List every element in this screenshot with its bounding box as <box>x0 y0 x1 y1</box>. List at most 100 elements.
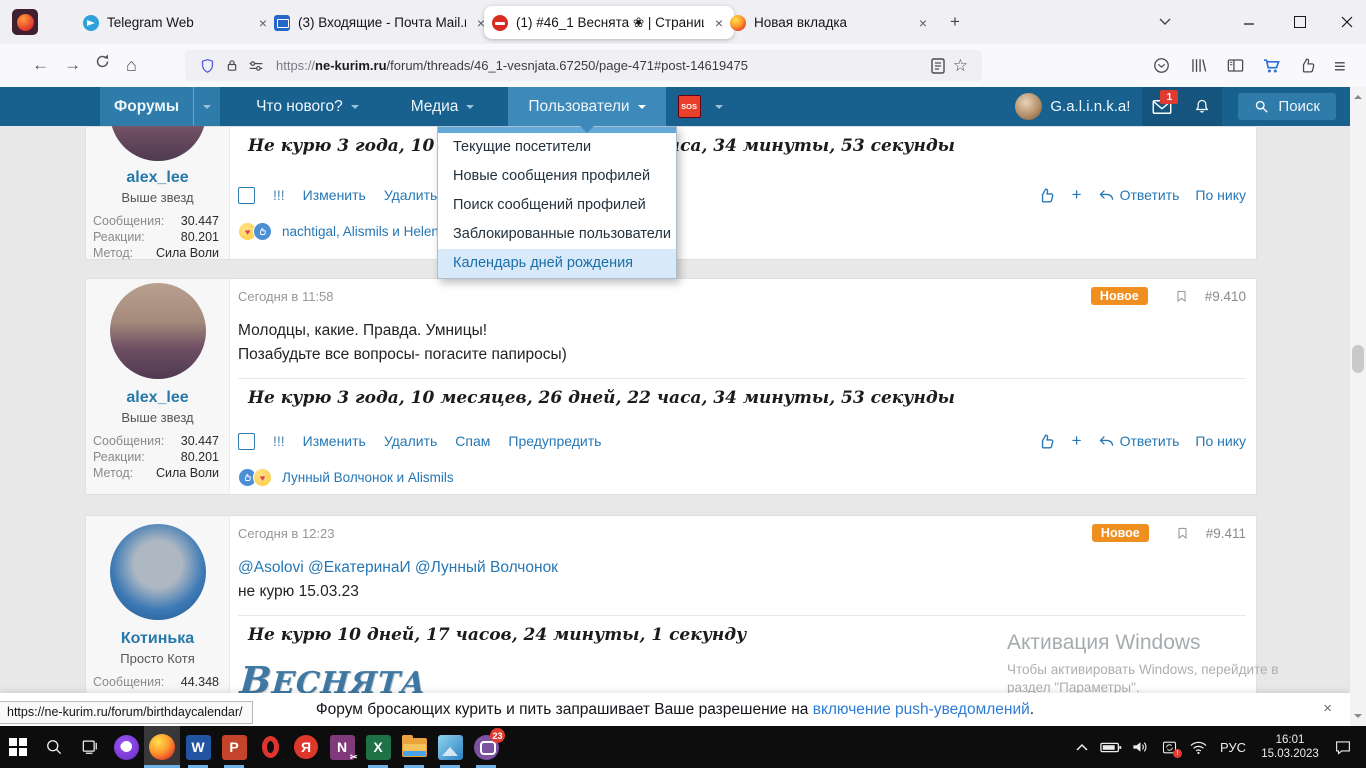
nav-forums[interactable]: Форумы <box>100 87 220 126</box>
taskbar-viber[interactable]: 23 <box>468 726 504 768</box>
bookmark-icon[interactable] <box>1174 287 1189 305</box>
edit-link[interactable]: Изменить <box>303 433 366 449</box>
member-name[interactable]: alex_lee <box>86 389 229 407</box>
pocket-icon[interactable] <box>1152 56 1171 75</box>
reply-link[interactable]: Ответить <box>1098 187 1180 203</box>
taskbar-excel[interactable]: X <box>360 726 396 768</box>
url-bar[interactable]: https://ne-kurim.ru/forum/threads/46_1-v… <box>185 50 982 81</box>
delete-link[interactable]: Удалить <box>384 187 437 203</box>
menu-item-new-profile-posts[interactable]: Новые сообщения профилей <box>438 162 676 191</box>
tray-clock[interactable]: 16:01 15.03.2023 <box>1257 733 1323 761</box>
reply-link[interactable]: Ответить <box>1098 433 1180 449</box>
window-maximize-button[interactable] <box>1283 10 1317 34</box>
volume-icon[interactable] <box>1129 739 1151 755</box>
window-close-button[interactable] <box>1330 10 1364 34</box>
scrollbar[interactable] <box>1350 87 1366 726</box>
taskbar-firefox[interactable] <box>144 726 180 768</box>
library-icon[interactable] <box>1189 56 1208 75</box>
reactions-bar[interactable]: ♥ nachtigal, Alismils и Helen! <box>238 222 1246 241</box>
spam-link[interactable]: Спам <box>455 433 490 449</box>
start-button[interactable] <box>0 726 36 768</box>
quote-plus-button[interactable]: + <box>1072 431 1082 451</box>
menu-icon[interactable]: ≡ <box>1334 56 1346 79</box>
like-icon[interactable] <box>1037 186 1056 205</box>
edit-link[interactable]: Изменить <box>303 187 366 203</box>
new-tab-button[interactable]: + <box>950 12 960 32</box>
user-avatar[interactable] <box>1015 93 1042 120</box>
language-indicator[interactable]: РУС <box>1216 740 1250 755</box>
sidebar-icon[interactable] <box>1226 56 1245 75</box>
reload-icon[interactable] <box>94 53 111 70</box>
menu-item-current-visitors[interactable]: Текущие посетители <box>438 133 676 162</box>
firefox-view-button[interactable] <box>12 9 38 35</box>
bookmark-icon[interactable] <box>1175 524 1190 542</box>
push-enable-link[interactable]: включение push-уведомлений <box>813 701 1030 718</box>
menu-item-birthday-calendar[interactable]: Календарь дней рождения <box>438 249 676 278</box>
taskbar-alice[interactable] <box>108 726 144 768</box>
nav-whats-new[interactable]: Что нового? <box>242 87 373 126</box>
task-view-button[interactable] <box>72 726 108 768</box>
scroll-thumb[interactable] <box>1352 345 1364 373</box>
reply-by-nick-link[interactable]: По нику <box>1195 187 1246 203</box>
warn-user-link[interactable]: Предупредить <box>508 433 601 449</box>
url-text[interactable]: https://ne-kurim.ru/forum/threads/46_1-v… <box>276 58 927 73</box>
scroll-down-arrow[interactable] <box>1350 708 1366 724</box>
nav-sos-chevron[interactable] <box>701 87 737 126</box>
chevron-down-icon[interactable] <box>193 87 220 126</box>
extension-icon[interactable] <box>1298 56 1317 75</box>
shopping-cart-extension-icon[interactable] <box>1261 56 1282 76</box>
tab-forum-active[interactable]: (1) #46_1 Веснята ❀ | Страниц × <box>484 6 734 39</box>
report-link[interactable]: !!! <box>273 433 285 449</box>
taskbar-photos[interactable] <box>432 726 468 768</box>
menu-item-search-profile-posts[interactable]: Поиск сообщений профилей <box>438 191 676 220</box>
action-center-icon[interactable] <box>1330 739 1356 756</box>
forward-icon[interactable]: → <box>64 55 81 75</box>
select-post-checkbox[interactable] <box>238 433 255 450</box>
reply-by-nick-link[interactable]: По нику <box>1195 433 1246 449</box>
post-time-link[interactable]: Сегодня в 11:58 <box>238 289 334 304</box>
taskbar-yandex[interactable]: Я <box>288 726 324 768</box>
reader-view-icon[interactable] <box>931 58 945 74</box>
taskbar-search-button[interactable] <box>36 726 72 768</box>
select-post-checkbox[interactable] <box>238 187 255 204</box>
tray-chevron-up-icon[interactable] <box>1071 742 1093 752</box>
shield-icon[interactable] <box>199 57 216 75</box>
report-link[interactable]: !!! <box>273 187 285 203</box>
taskbar-opera[interactable] <box>252 726 288 768</box>
post-time-link[interactable]: Сегодня в 12:23 <box>238 526 334 541</box>
taskbar-onenote[interactable]: N✂ <box>324 726 360 768</box>
scroll-up-arrow[interactable] <box>1350 89 1366 105</box>
back-icon[interactable]: ← <box>32 55 49 75</box>
reactions-users[interactable]: nachtigal, Alismils и Helen! <box>282 224 443 239</box>
post-number-link[interactable]: #9.411 <box>1206 526 1246 541</box>
avatar[interactable] <box>110 524 206 620</box>
taskbar-word[interactable]: W <box>180 726 216 768</box>
member-name[interactable]: alex_lee <box>86 169 229 187</box>
lock-icon[interactable] <box>224 57 240 74</box>
taskbar-explorer[interactable] <box>396 726 432 768</box>
menu-item-banned-users[interactable]: Заблокированные пользователи <box>438 220 676 249</box>
delete-link[interactable]: Удалить <box>384 433 437 449</box>
reactions-bar[interactable]: ♥ Лунный Волчонок и Alismils <box>238 468 1246 487</box>
security-alert-icon[interactable]: ! <box>1158 739 1180 756</box>
wifi-icon[interactable] <box>1187 740 1209 755</box>
nav-members[interactable]: Пользователи <box>508 87 665 126</box>
permissions-icon[interactable] <box>248 59 264 73</box>
avatar[interactable] <box>110 283 206 379</box>
window-minimize-button[interactable] <box>1232 10 1266 34</box>
post-number-link[interactable]: #9.410 <box>1205 289 1246 304</box>
tab-mailru[interactable]: (3) Входящие - Почта Mail.ru × <box>266 6 496 39</box>
push-close-icon[interactable]: × <box>1323 700 1332 717</box>
member-name[interactable]: Котинька <box>86 630 229 648</box>
tab-telegram[interactable]: Telegram Web × <box>75 6 278 39</box>
reactions-users[interactable]: Лунный Волчонок и Alismils <box>282 470 454 485</box>
like-icon[interactable] <box>1037 432 1056 451</box>
tab-new[interactable]: Новая вкладка × <box>722 6 938 39</box>
nav-sos-button[interactable]: SOS <box>678 95 701 118</box>
search-button[interactable]: Поиск <box>1238 93 1336 120</box>
tab-close-icon[interactable]: × <box>916 15 930 31</box>
user-mentions[interactable]: @Asolovi @ЕкатеринаИ @Лунный Волчонок <box>238 556 1246 580</box>
taskbar-powerpoint[interactable]: P <box>216 726 252 768</box>
inbox-button[interactable]: 1 <box>1142 87 1182 126</box>
nav-media[interactable]: Медиа <box>397 87 489 126</box>
